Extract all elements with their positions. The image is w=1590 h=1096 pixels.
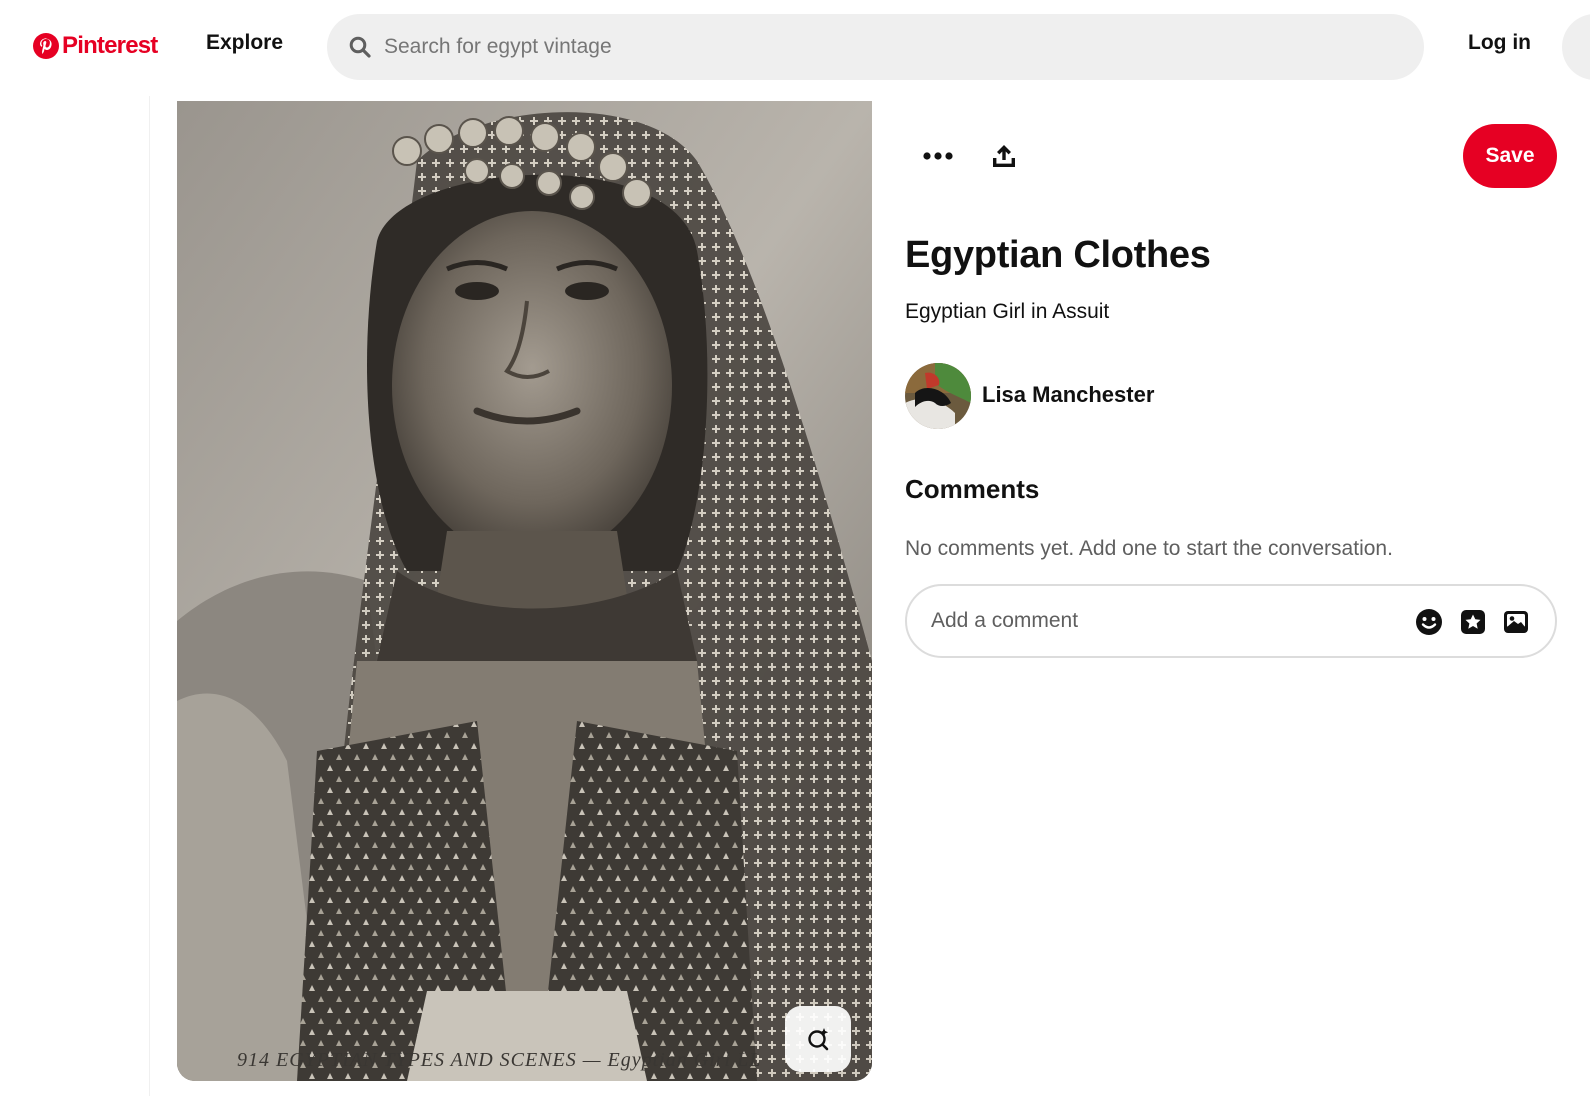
logo-text: Pinterest [62,32,158,59]
ellipsis-icon [923,152,953,160]
pin-title: Egyptian Clothes [905,234,1211,276]
image-caption: 914 EGYPTIAN TYPES AND SCENES — Egyptian… [237,1049,762,1071]
save-button[interactable]: Save [1463,124,1557,188]
share-icon [993,145,1015,167]
comment-composer[interactable] [905,584,1557,658]
top-navigation-bar: Pinterest Explore Log in [0,0,1590,96]
page-left-margin [0,96,150,1096]
emoji-button[interactable] [1414,607,1444,637]
sticker-icon [1461,610,1485,634]
more-options-button[interactable] [914,132,962,180]
photo-button[interactable] [1501,607,1531,637]
emoji-icon [1416,609,1442,635]
comments-empty-message: No comments yet. Add one to start the co… [905,537,1393,560]
signup-button[interactable] [1562,14,1590,80]
sticker-button[interactable] [1458,607,1488,637]
search-input[interactable] [382,14,1382,80]
avatar-image [905,363,971,429]
pin-photo-illustration [177,101,872,1081]
pin-image[interactable]: 914 EGYPTIAN TYPES AND SCENES — Egyptian… [177,101,872,1081]
share-button[interactable] [980,132,1028,180]
login-link[interactable]: Log in [1468,31,1531,55]
explore-link[interactable]: Explore [206,31,283,55]
visual-search-button[interactable] [785,1006,851,1072]
search-icon [349,36,371,58]
visual-search-icon [808,1028,829,1051]
photo-icon [1504,611,1528,633]
pinterest-p-icon [33,33,59,59]
creator-avatar[interactable] [905,363,971,429]
pinterest-logo-link[interactable]: Pinterest [32,30,158,62]
pin-description: Egyptian Girl in Assuit [905,300,1110,323]
creator-name[interactable]: Lisa Manchester [982,382,1154,408]
comment-input[interactable] [929,586,1399,656]
search-bar[interactable] [327,14,1424,80]
comments-heading: Comments [905,474,1040,504]
